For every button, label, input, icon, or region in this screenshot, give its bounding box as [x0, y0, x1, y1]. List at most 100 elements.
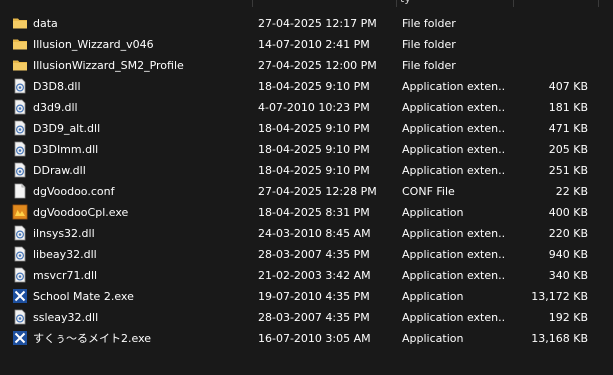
file-name: DDraw.dll [33, 164, 86, 177]
file-name: data [33, 17, 58, 30]
file-name: School Mate 2.exe [33, 290, 134, 303]
vertical-scrollbar[interactable] [599, 0, 613, 375]
file-row[interactable]: msvcr71.dll 21-02-2003 3:42 AM Applicati… [0, 265, 613, 286]
file-type: File folder [402, 17, 456, 30]
file-type: Application exten... [402, 80, 506, 93]
file-size: 22 KB [555, 185, 588, 198]
file-type: File folder [402, 38, 456, 51]
file-type: Application exten... [402, 143, 506, 156]
folder-icon [13, 39, 27, 50]
file-row[interactable]: data 27-04-2025 12:17 PM File folder [0, 13, 613, 34]
file-date-modified: 14-07-2010 2:41 PM [258, 38, 370, 51]
file-row[interactable]: School Mate 2.exe 19-07-2010 4:35 PM App… [0, 286, 613, 307]
file-date-modified: 19-07-2010 4:35 PM [258, 290, 370, 303]
folder-icon [13, 60, 27, 71]
file-date-modified: 27-04-2025 12:00 PM [258, 59, 377, 72]
file-date-modified: 18-04-2025 8:31 PM [258, 206, 370, 219]
file-size: 407 KB [548, 80, 588, 93]
file-name: ssleay32.dll [33, 311, 99, 324]
column-separator[interactable] [396, 0, 397, 7]
file-size: 471 KB [548, 122, 588, 135]
file-name: IllusionWizzard_SM2_Profile [33, 59, 184, 72]
file-name: D3DImm.dll [33, 143, 99, 156]
file-type: Application [402, 332, 464, 345]
dll-file-icon [14, 141, 26, 157]
file-row[interactable]: ilnsys32.dll 24-03-2010 8:45 AM Applicat… [0, 223, 613, 244]
file-size: 400 KB [548, 206, 588, 219]
file-size: 192 KB [548, 311, 588, 324]
dll-file-icon [14, 162, 26, 178]
file-name: dgVoodooCpl.exe [33, 206, 129, 219]
dll-file-icon [14, 120, 26, 136]
file-row[interactable]: D3DImm.dll 18-04-2025 9:10 PM Applicatio… [0, 139, 613, 160]
file-date-modified: 4-07-2010 10:23 PM [258, 101, 370, 114]
file-name: すくぅ〜るメイト2.exe [33, 332, 152, 345]
file-size: 13,168 KB [531, 332, 588, 345]
file-icon [14, 183, 26, 199]
file-name: d3d9.dll [33, 101, 78, 114]
file-date-modified: 18-04-2025 9:10 PM [258, 143, 370, 156]
file-name: libeay32.dll [33, 248, 97, 261]
column-separator[interactable] [513, 0, 514, 7]
file-name: ilnsys32.dll [33, 227, 95, 240]
file-date-modified: 28-03-2007 4:35 PM [258, 311, 370, 324]
file-row[interactable]: Illusion_Wizzard_v046 14-07-2010 2:41 PM… [0, 34, 613, 55]
file-size: 205 KB [548, 143, 588, 156]
dll-file-icon [14, 99, 26, 115]
file-row[interactable]: ssleay32.dll 28-03-2007 4:35 PM Applicat… [0, 307, 613, 328]
column-separator[interactable] [252, 0, 253, 7]
column-header: ty [0, 0, 613, 7]
type-column-header[interactable]: ty [400, 0, 411, 5]
file-size: 13,172 KB [531, 290, 588, 303]
file-row[interactable]: D3D8.dll 18-04-2025 9:10 PM Application … [0, 76, 613, 97]
dll-file-icon [14, 78, 26, 94]
dll-file-icon [14, 267, 26, 283]
file-type: Application exten... [402, 122, 506, 135]
file-row[interactable]: D3D9_alt.dll 18-04-2025 9:10 PM Applicat… [0, 118, 613, 139]
file-size: 181 KB [548, 101, 588, 114]
file-row[interactable]: dgVoodoo.conf 27-04-2025 12:28 PM CONF F… [0, 181, 613, 202]
file-row[interactable]: すくぅ〜るメイト2.exe 16-07-2010 3:05 AM Applica… [0, 328, 613, 349]
file-date-modified: 21-02-2003 3:42 AM [258, 269, 371, 282]
file-date-modified: 27-04-2025 12:17 PM [258, 17, 377, 30]
dll-file-icon [14, 309, 26, 325]
file-name: Illusion_Wizzard_v046 [33, 38, 154, 51]
file-type: Application exten... [402, 101, 506, 114]
app-icon [13, 331, 27, 345]
file-type: Application exten... [402, 248, 506, 261]
file-name: msvcr71.dll [33, 269, 98, 282]
file-date-modified: 28-03-2007 4:35 PM [258, 248, 370, 261]
dll-file-icon [14, 225, 26, 241]
file-row[interactable]: DDraw.dll 18-04-2025 9:10 PM Application… [0, 160, 613, 181]
file-size: 220 KB [548, 227, 588, 240]
file-date-modified: 18-04-2025 9:10 PM [258, 122, 370, 135]
app-icon [13, 289, 27, 303]
file-size: 940 KB [548, 248, 588, 261]
file-date-modified: 27-04-2025 12:28 PM [258, 185, 377, 198]
file-name: dgVoodoo.conf [33, 185, 115, 198]
file-type: Application exten... [402, 311, 506, 324]
file-size: 251 KB [548, 164, 588, 177]
file-type: Application exten... [402, 164, 506, 177]
file-date-modified: 18-04-2025 9:10 PM [258, 164, 370, 177]
file-size: 340 KB [548, 269, 588, 282]
dgvoodoo-app-icon [12, 204, 28, 220]
file-date-modified: 24-03-2010 8:45 AM [258, 227, 371, 240]
file-row[interactable]: libeay32.dll 28-03-2007 4:35 PM Applicat… [0, 244, 613, 265]
file-type: File folder [402, 59, 456, 72]
file-row[interactable]: d3d9.dll 4-07-2010 10:23 PM Application … [0, 97, 613, 118]
folder-icon [13, 18, 27, 29]
file-date-modified: 18-04-2025 9:10 PM [258, 80, 370, 93]
file-type: Application [402, 290, 464, 303]
dll-file-icon [14, 246, 26, 262]
file-list: data 27-04-2025 12:17 PM File folder Ill… [0, 13, 613, 349]
file-type: Application [402, 206, 464, 219]
file-type: CONF File [402, 185, 455, 198]
file-name: D3D8.dll [33, 80, 81, 93]
file-type: Application exten... [402, 269, 506, 282]
file-type: Application exten... [402, 227, 506, 240]
file-row[interactable]: dgVoodooCpl.exe 18-04-2025 8:31 PM Appli… [0, 202, 613, 223]
file-row[interactable]: IllusionWizzard_SM2_Profile 27-04-2025 1… [0, 55, 613, 76]
file-name: D3D9_alt.dll [33, 122, 101, 135]
file-date-modified: 16-07-2010 3:05 AM [258, 332, 371, 345]
